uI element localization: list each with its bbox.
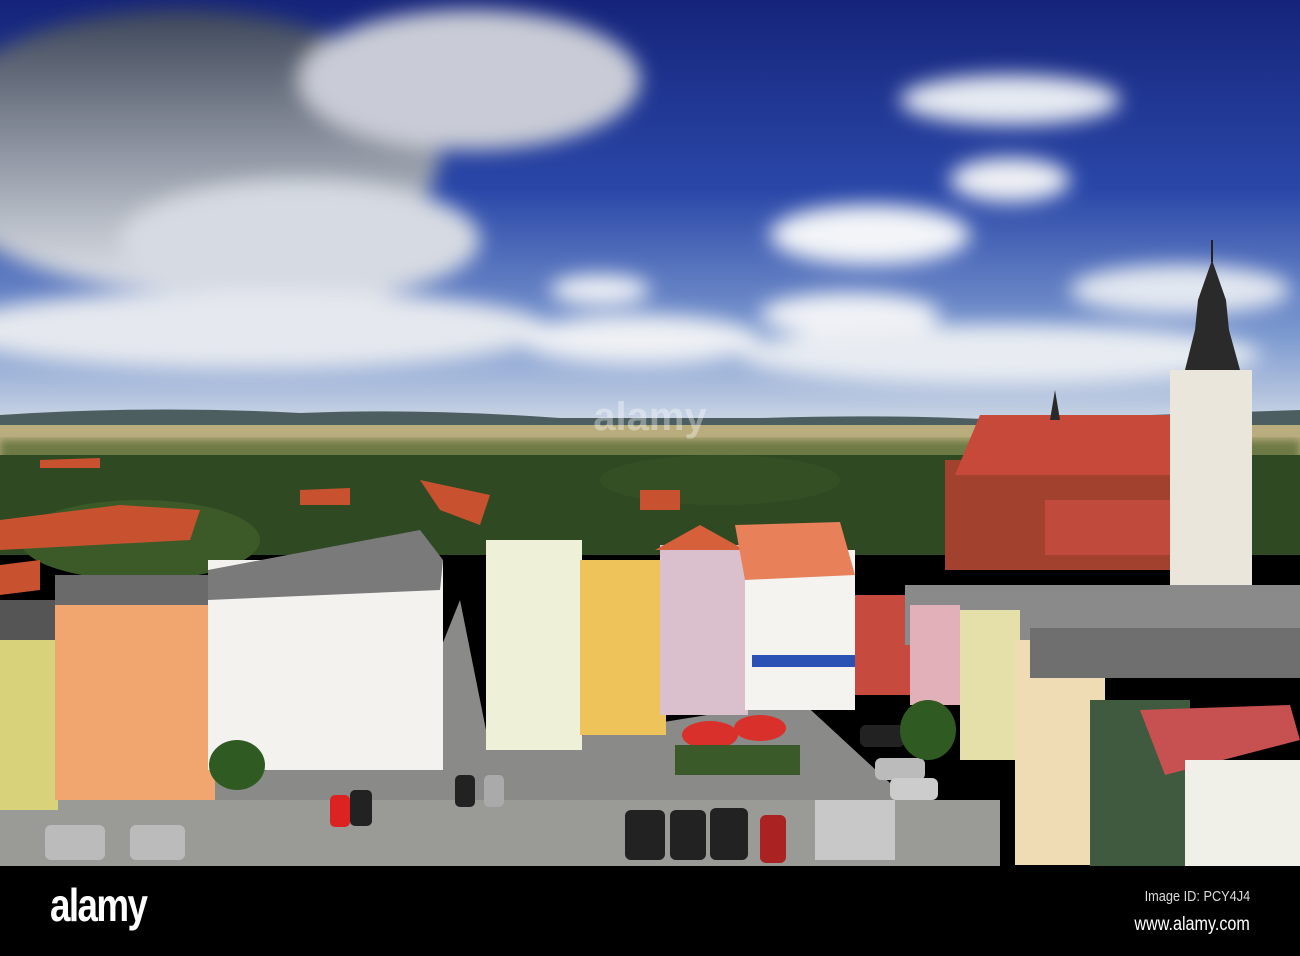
town-square-photo: alamy <box>0 0 1300 866</box>
image-id: Image ID: PCY4J4 <box>1144 888 1250 905</box>
footer-bar: alamy Image ID: PCY4J4 www.alamy.com <box>0 866 1300 956</box>
church-tower <box>1170 370 1252 585</box>
site-url: www.alamy.com <box>1134 914 1250 935</box>
stock-photo-page: alamy alamy Image ID: PCY4J4 www.alamy.c… <box>0 0 1300 956</box>
svg-text:alamy: alamy <box>593 395 707 439</box>
cafe-umbrellas <box>675 715 800 775</box>
alamy-logo: alamy <box>50 879 148 931</box>
